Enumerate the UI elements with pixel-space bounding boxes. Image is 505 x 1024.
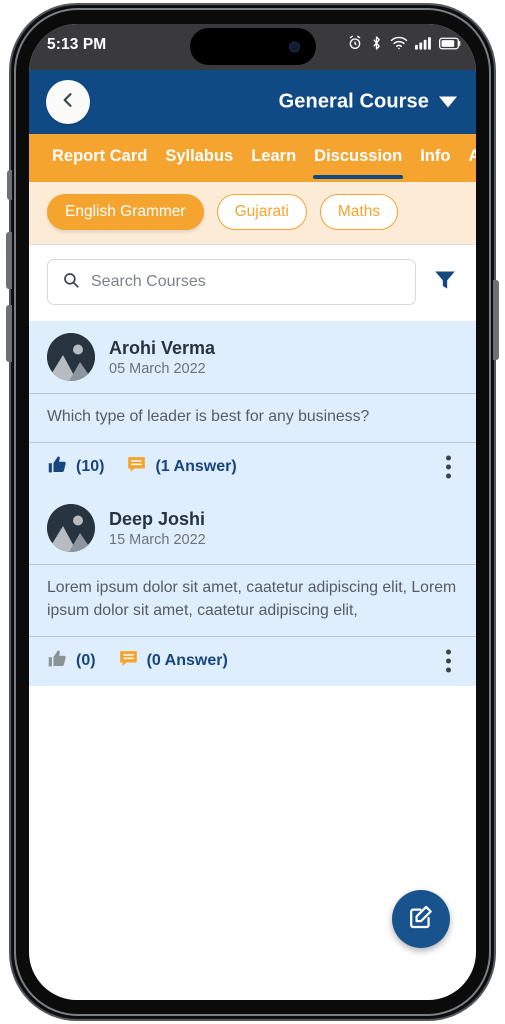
avatar xyxy=(47,333,95,381)
discussion-post: Arohi Verma 05 March 2022 Which type of … xyxy=(29,321,476,492)
back-button[interactable] xyxy=(46,80,90,124)
post-date: 15 March 2022 xyxy=(109,532,206,549)
thumbs-up-icon xyxy=(47,648,68,674)
answers-action[interactable]: (0 Answer) xyxy=(118,648,228,674)
like-action[interactable]: (10) xyxy=(47,454,104,480)
silent-switch[interactable] xyxy=(7,170,12,200)
more-vertical-icon[interactable] xyxy=(443,453,454,482)
status-icon-group xyxy=(347,35,461,51)
avatar xyxy=(47,503,95,552)
like-count: (10) xyxy=(76,457,105,475)
search-row: Search Courses xyxy=(29,245,476,321)
search-icon xyxy=(62,271,80,294)
post-body: Lorem ipsum dolor sit amet, caatetur adi… xyxy=(29,563,476,636)
filter-funnel-icon[interactable] xyxy=(432,267,458,298)
answers-action[interactable]: (1 Answer) xyxy=(126,454,237,480)
cellular-signal-icon xyxy=(415,36,432,50)
alarm-icon xyxy=(347,35,363,51)
like-action[interactable]: (0) xyxy=(47,648,96,674)
tab-learn[interactable]: Learn xyxy=(242,134,305,166)
status-bar: 5:13 PM xyxy=(29,24,476,70)
search-input[interactable]: Search Courses xyxy=(47,259,416,305)
discussion-post: Deep Joshi 15 March 2022 Lorem ipsum dol… xyxy=(29,491,476,686)
app-bar: General Course xyxy=(29,70,476,134)
compose-edit-icon xyxy=(407,903,435,936)
phone-screen: 5:13 PM General Course Report Card Sylla… xyxy=(29,24,476,1000)
post-body: Which type of leader is best for any bus… xyxy=(29,393,476,442)
tab-announcement[interactable]: Annou xyxy=(459,134,476,166)
chevron-left-icon xyxy=(58,90,78,115)
like-count: (0) xyxy=(76,651,96,669)
course-selector[interactable]: General Course xyxy=(279,91,457,114)
comment-icon xyxy=(118,648,139,674)
chevron-down-icon xyxy=(439,96,457,108)
volume-up-button[interactable] xyxy=(6,232,12,289)
post-author: Arohi Verma xyxy=(109,337,216,358)
tab-report-card[interactable]: Report Card xyxy=(43,134,156,166)
dynamic-island xyxy=(189,28,316,65)
chip-gujarati[interactable]: Gujarati xyxy=(216,194,307,230)
compose-post-button[interactable] xyxy=(392,890,450,948)
bluetooth-icon xyxy=(370,35,383,51)
post-date: 05 March 2022 xyxy=(109,361,206,378)
tab-syllabus[interactable]: Syllabus xyxy=(156,134,242,166)
screenshot-stage: 5:13 PM General Course Report Card Sylla… xyxy=(0,0,505,1024)
tab-info[interactable]: Info xyxy=(411,134,459,166)
feed-empty-space xyxy=(29,685,476,896)
post-actions: (0) (0 Answer) xyxy=(29,635,476,686)
page-title: General Course xyxy=(278,90,429,113)
wifi-icon xyxy=(390,36,408,50)
front-camera-icon xyxy=(288,41,300,52)
comment-icon xyxy=(126,454,147,480)
post-actions: (10) (1 Answer) xyxy=(29,441,476,492)
post-author-block: Deep Joshi 15 March 2022 xyxy=(109,508,206,549)
power-button[interactable] xyxy=(493,280,499,360)
tab-discussion[interactable]: Discussion xyxy=(305,134,411,179)
section-tab-bar[interactable]: Report Card Syllabus Learn Discussion In… xyxy=(29,134,476,182)
post-header: Deep Joshi 15 March 2022 xyxy=(29,492,476,564)
search-placeholder: Search Courses xyxy=(91,273,206,290)
subject-chip-bar: English Grammer Gujarati Maths xyxy=(29,182,476,245)
post-header: Arohi Verma 05 March 2022 xyxy=(29,321,476,393)
answer-count: (1 Answer) xyxy=(155,457,237,475)
answer-count: (0 Answer) xyxy=(146,651,228,669)
discussion-feed: Arohi Verma 05 March 2022 Which type of … xyxy=(29,321,476,896)
post-author: Deep Joshi xyxy=(109,508,206,529)
thumbs-up-icon xyxy=(47,454,68,480)
chip-maths[interactable]: Maths xyxy=(319,194,399,230)
volume-down-button[interactable] xyxy=(6,305,12,362)
status-time: 5:13 PM xyxy=(47,36,107,53)
post-author-block: Arohi Verma 05 March 2022 xyxy=(109,337,215,378)
battery-icon xyxy=(439,37,461,50)
more-vertical-icon[interactable] xyxy=(443,647,454,676)
chip-english-grammer[interactable]: English Grammer xyxy=(47,194,204,230)
